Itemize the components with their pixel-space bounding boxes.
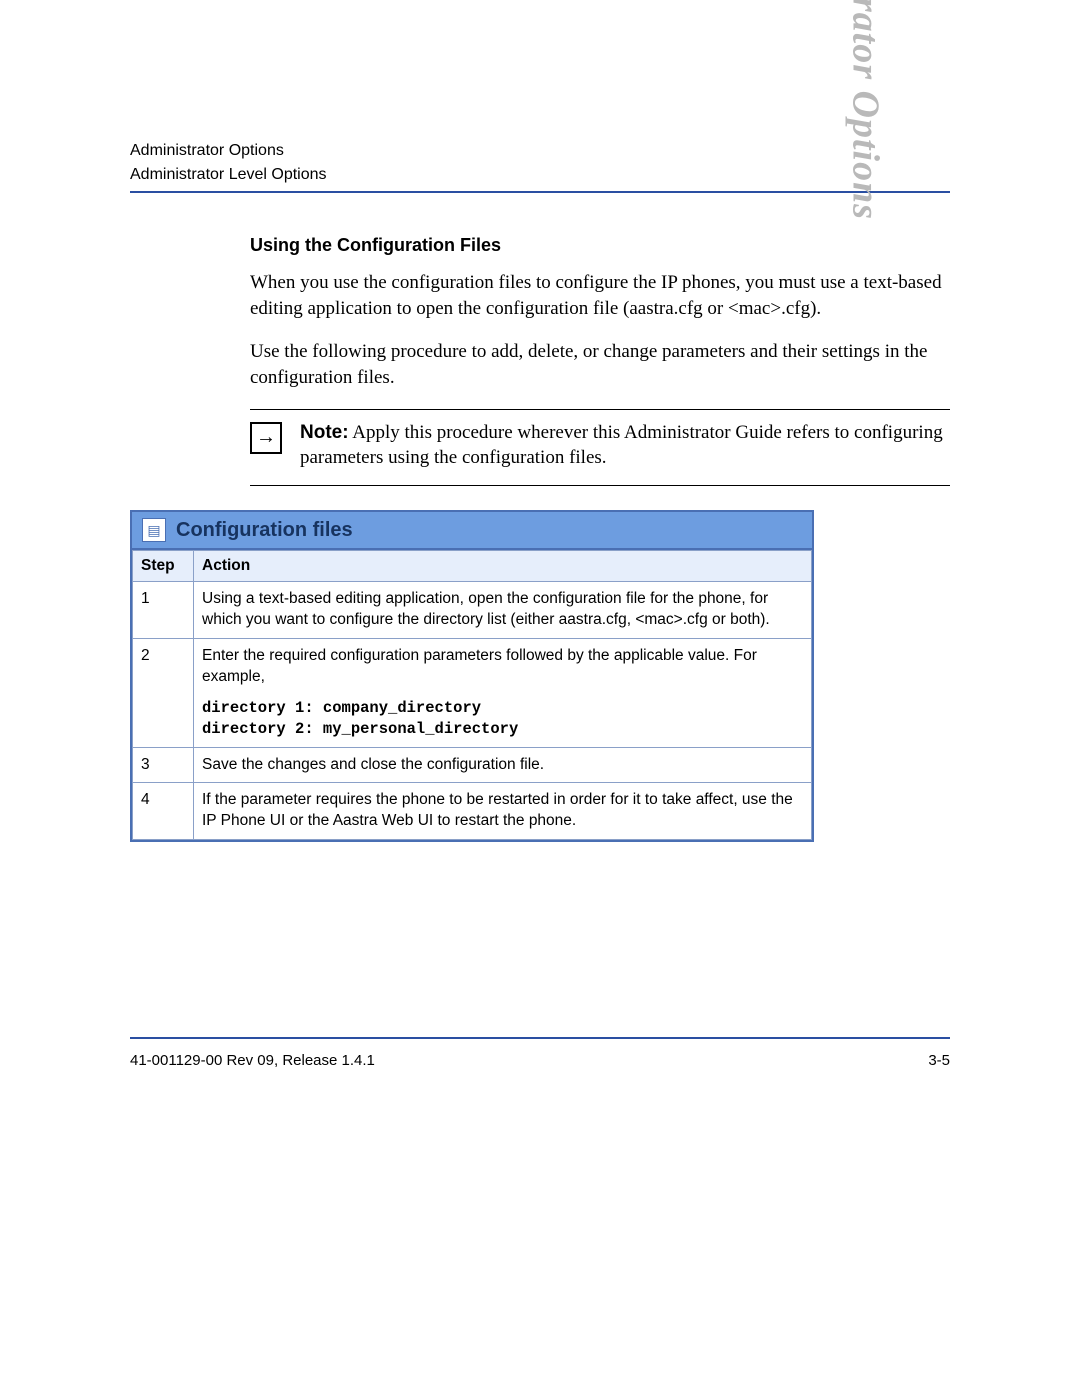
code-block: directory 1: company_directorydirectory …	[202, 698, 803, 740]
procedure-title: Configuration files	[176, 519, 353, 542]
table-row: 2 Enter the required configuration param…	[133, 638, 812, 747]
step-number: 4	[133, 783, 194, 840]
body-paragraph-2: Use the following procedure to add, dele…	[250, 339, 950, 390]
procedure-title-row: ▤ Configuration files	[132, 512, 812, 550]
procedure-table: ▤ Configuration files Step Action 1 Usin…	[130, 510, 814, 842]
note-body: Apply this procedure wherever this Admin…	[300, 422, 943, 469]
page-footer: 41-001129-00 Rev 09, Release 1.4.1 3-5	[130, 1052, 950, 1069]
note-text: Note: Apply this procedure wherever this…	[300, 420, 950, 471]
step-action: Enter the required configuration paramet…	[194, 638, 812, 747]
step-action: Using a text-based editing application, …	[194, 582, 812, 639]
table-row: 4 If the parameter requires the phone to…	[133, 783, 812, 840]
footer-rule	[130, 1037, 950, 1039]
arrow-right-icon: →	[250, 422, 282, 454]
step-action: If the parameter requires the phone to b…	[194, 783, 812, 840]
page-header: Administrator Options Administrator Leve…	[130, 140, 950, 193]
note-block: → Note: Apply this procedure wherever th…	[250, 409, 950, 486]
section-heading: Using the Configuration Files	[250, 235, 950, 256]
body-paragraph-1: When you use the configuration files to …	[250, 270, 950, 321]
table-row: 3 Save the changes and close the configu…	[133, 747, 812, 783]
col-header-step: Step	[133, 551, 194, 582]
step-action: Save the changes and close the configura…	[194, 747, 812, 783]
step-number: 2	[133, 638, 194, 747]
step-action-text: Enter the required configuration paramet…	[202, 647, 757, 685]
step-number: 3	[133, 747, 194, 783]
footer-left: 41-001129-00 Rev 09, Release 1.4.1	[130, 1052, 375, 1069]
footer-page-number: 3-5	[928, 1052, 950, 1069]
note-label: Note:	[300, 422, 349, 443]
header-rule	[130, 191, 950, 193]
header-line-1: Administrator Options	[130, 140, 950, 162]
side-chapter-label: Administrator Options	[844, 0, 888, 220]
step-number: 1	[133, 582, 194, 639]
col-header-action: Action	[194, 551, 812, 582]
header-line-2: Administrator Level Options	[130, 164, 950, 186]
table-row: 1 Using a text-based editing application…	[133, 582, 812, 639]
document-icon: ▤	[142, 518, 166, 542]
